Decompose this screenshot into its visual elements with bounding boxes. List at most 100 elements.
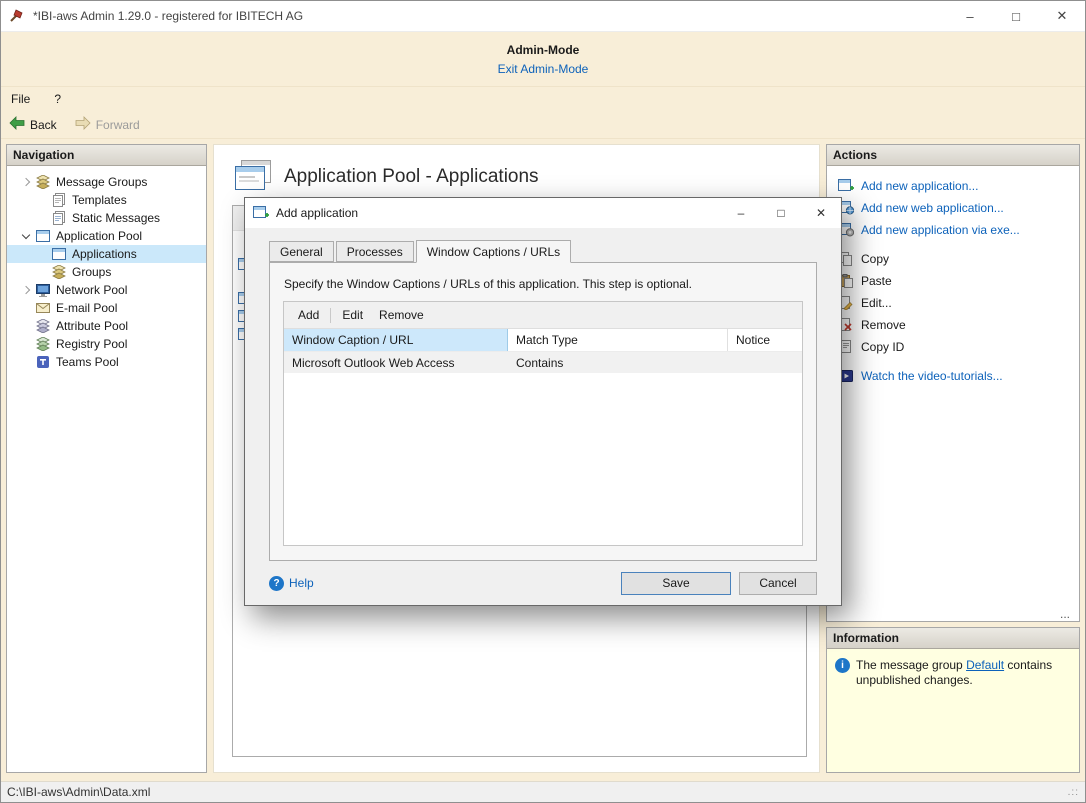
tab-general[interactable]: General — [269, 241, 334, 262]
nav-item-templates[interactable]: Templates — [7, 191, 206, 209]
applications-page-icon — [235, 160, 271, 193]
nav-item-message-groups[interactable]: Message Groups — [7, 173, 206, 191]
grid-header-row: Window Caption / URL Match Type Notice — [284, 329, 802, 352]
nav-item-email-pool[interactable]: E-mail Pool — [7, 299, 206, 317]
menu-help[interactable]: ? — [54, 92, 61, 106]
grid-edit-button[interactable]: Edit — [334, 305, 371, 325]
resize-grip[interactable]: .:: — [1068, 787, 1079, 798]
registry-pool-icon — [35, 337, 51, 351]
action-edit[interactable]: Edit... — [835, 292, 1071, 314]
forward-label: Forward — [96, 118, 140, 132]
action-paste[interactable]: Paste — [835, 270, 1071, 292]
statusbar: C:\IBI-aws\Admin\Data.xml .:: — [1, 781, 1085, 802]
column-header-window-caption-url[interactable]: Window Caption / URL — [284, 329, 508, 351]
navigation-panel: Navigation Message Groups Templates Stat… — [6, 144, 207, 773]
nav-item-label: Application Pool — [56, 229, 142, 243]
chevron-down-icon[interactable] — [19, 228, 35, 244]
nav-item-registry-pool[interactable]: Registry Pool — [7, 335, 206, 353]
add-application-dialog: Add application – □ ✕ General Processes … — [244, 197, 842, 606]
exit-admin-mode-link[interactable]: Exit Admin-Mode — [498, 62, 589, 76]
nav-item-label: Groups — [72, 265, 111, 279]
forward-button[interactable]: Forward — [75, 116, 140, 133]
nav-item-groups[interactable]: Groups — [7, 263, 206, 281]
page-header: Application Pool - Applications — [214, 145, 819, 197]
cell-match-type: Contains — [508, 352, 728, 373]
nav-item-label: Registry Pool — [56, 337, 127, 351]
information-message: The message group Default contains unpub… — [856, 658, 1061, 688]
nav-item-label: Message Groups — [56, 175, 147, 189]
network-pool-icon — [35, 284, 51, 297]
tab-processes[interactable]: Processes — [336, 241, 414, 262]
app-window: *IBI-aws Admin 1.29.0 - registered for I… — [0, 0, 1086, 803]
action-label[interactable]: Add new application via exe... — [861, 223, 1020, 237]
grid-empty-area — [284, 373, 802, 545]
column-header-match-type[interactable]: Match Type — [508, 329, 728, 351]
action-add-new-web-application[interactable]: Add new web application... — [835, 197, 1071, 219]
action-label[interactable]: Watch the video-tutorials... — [861, 369, 1003, 383]
add-application-icon — [837, 179, 854, 193]
dialog-minimize-button[interactable]: – — [721, 198, 761, 228]
nav-item-label: Applications — [72, 247, 137, 261]
navigation-header: Navigation — [7, 145, 206, 166]
action-add-new-application[interactable]: Add new application... — [835, 175, 1071, 197]
right-column: Actions Add new application... Add new w… — [826, 144, 1080, 773]
page-title: Application Pool - Applications — [284, 166, 539, 188]
nav-item-attribute-pool[interactable]: Attribute Pool — [7, 317, 206, 335]
close-button[interactable]: ✕ — [1039, 1, 1085, 31]
grid-add-button[interactable]: Add — [290, 305, 327, 325]
column-header-notice[interactable]: Notice — [728, 329, 802, 351]
dialog-tabs: General Processes Window Captions / URLs — [269, 240, 817, 262]
navigation-tree: Message Groups Templates Static Messages… — [7, 166, 206, 371]
tab-page-window-captions: Specify the Window Captions / URLs of th… — [269, 262, 817, 561]
dialog-titlebar: Add application – □ ✕ — [245, 198, 841, 228]
dialog-maximize-button[interactable]: □ — [761, 198, 801, 228]
back-button[interactable]: Back — [9, 116, 57, 133]
information-header: Information — [827, 628, 1079, 649]
nav-item-application-pool[interactable]: Application Pool — [7, 227, 206, 245]
attribute-pool-icon — [35, 319, 51, 333]
app-icon — [9, 8, 25, 24]
teams-pool-icon — [35, 355, 51, 369]
nav-item-applications[interactable]: Applications — [7, 245, 206, 263]
tab-window-captions-urls[interactable]: Window Captions / URLs — [416, 240, 571, 263]
help-label[interactable]: Help — [289, 576, 314, 590]
help-icon: ? — [269, 576, 284, 591]
info-icon: i — [835, 658, 850, 673]
chevron-right-icon[interactable] — [19, 282, 35, 298]
cancel-button[interactable]: Cancel — [739, 572, 817, 595]
action-remove[interactable]: Remove — [835, 314, 1071, 336]
nav-item-static-messages[interactable]: Static Messages — [7, 209, 206, 227]
maximize-button[interactable]: □ — [993, 1, 1039, 31]
action-watch-video-tutorials[interactable]: Watch the video-tutorials... — [835, 365, 1071, 387]
action-label: Edit... — [861, 296, 892, 310]
action-label[interactable]: Add new web application... — [861, 201, 1004, 215]
menu-file[interactable]: File — [11, 92, 30, 106]
nav-item-network-pool[interactable]: Network Pool — [7, 281, 206, 299]
groups-icon — [51, 265, 67, 279]
action-copy-id[interactable]: Copy ID — [835, 336, 1071, 358]
table-row[interactable]: Microsoft Outlook Web Access Contains — [284, 352, 802, 373]
titlebar: *IBI-aws Admin 1.29.0 - registered for I… — [1, 1, 1085, 32]
back-arrow-icon — [9, 116, 25, 133]
information-panel: Information i The message group Default … — [826, 627, 1080, 773]
chevron-right-icon[interactable] — [19, 174, 35, 190]
admin-mode-banner: Admin-Mode Exit Admin-Mode — [1, 32, 1085, 87]
captions-grid: Add Edit Remove Window Caption / URL Mat… — [283, 301, 803, 546]
action-add-new-application-via-exe[interactable]: Add new application via exe... — [835, 219, 1071, 241]
menubar: File ? — [1, 87, 1085, 111]
information-text-before: The message group — [856, 658, 966, 672]
dialog-close-button[interactable]: ✕ — [801, 198, 841, 228]
help-link[interactable]: ? Help — [269, 576, 314, 591]
actions-overflow-indicator[interactable]: ... — [1060, 607, 1070, 621]
nav-item-teams-pool[interactable]: Teams Pool — [7, 353, 206, 371]
save-button[interactable]: Save — [621, 572, 731, 595]
default-message-group-link[interactable]: Default — [966, 658, 1004, 672]
nav-toolbar: Back Forward — [1, 111, 1085, 139]
grid-remove-button[interactable]: Remove — [371, 305, 432, 325]
action-copy[interactable]: Copy — [835, 248, 1071, 270]
dialog-footer: ? Help Save Cancel — [245, 561, 841, 605]
action-label[interactable]: Add new application... — [861, 179, 978, 193]
cell-notice — [728, 352, 802, 373]
minimize-button[interactable]: – — [947, 1, 993, 31]
email-pool-icon — [35, 303, 51, 313]
